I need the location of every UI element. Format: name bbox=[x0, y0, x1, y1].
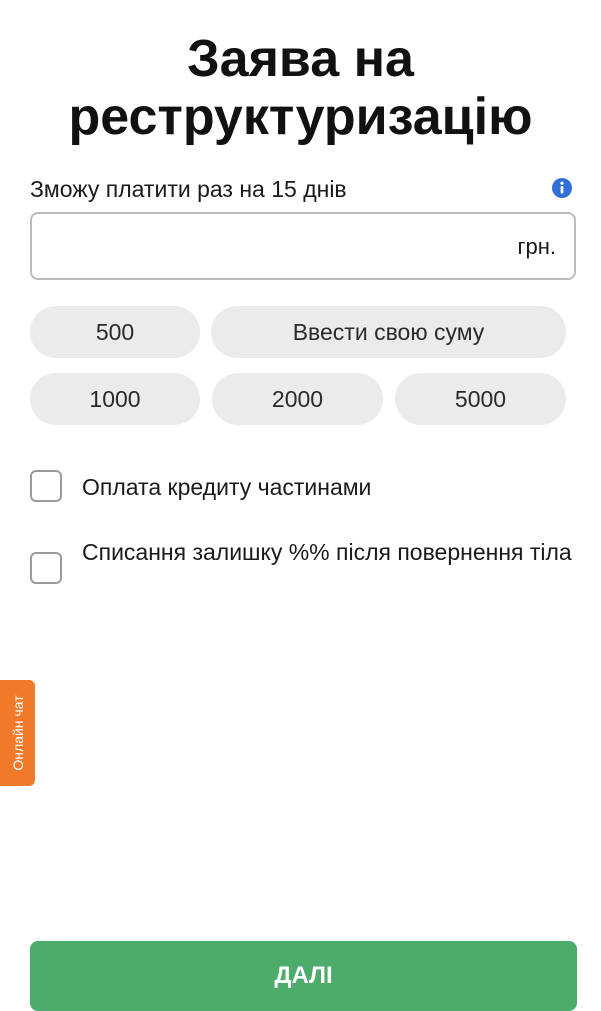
amount-chip-500[interactable]: 500 bbox=[30, 306, 200, 358]
next-button[interactable]: ДАЛІ bbox=[30, 941, 577, 1011]
amount-input[interactable] bbox=[46, 228, 496, 266]
installment-option-label: Оплата кредиту частинами bbox=[82, 474, 372, 500]
info-icon[interactable] bbox=[552, 178, 572, 198]
amount-label: Зможу платити раз на 15 днів bbox=[30, 176, 347, 202]
amount-chip-2000[interactable]: 2000 bbox=[212, 373, 383, 425]
online-chat-tab[interactable]: Онлайн чат bbox=[0, 680, 35, 786]
custom-amount-chip[interactable]: Ввести свою суму bbox=[211, 306, 566, 358]
amount-label-row: Зможу платити раз на 15 днів bbox=[30, 174, 575, 204]
amount-chip-5000[interactable]: 5000 bbox=[395, 373, 566, 425]
interest-writeoff-option-label: Списання залишку %% після повернення тіл… bbox=[82, 539, 572, 565]
currency-suffix: грн. bbox=[517, 234, 556, 259]
online-chat-label: Онлайн чат bbox=[9, 695, 26, 771]
amount-chip-1000[interactable]: 1000 bbox=[30, 373, 200, 425]
page-title: Заява на реструктуризацію bbox=[68, 30, 533, 146]
installment-checkbox[interactable] bbox=[30, 470, 62, 502]
amount-field: грн. bbox=[30, 212, 576, 280]
interest-writeoff-checkbox[interactable] bbox=[30, 552, 62, 584]
